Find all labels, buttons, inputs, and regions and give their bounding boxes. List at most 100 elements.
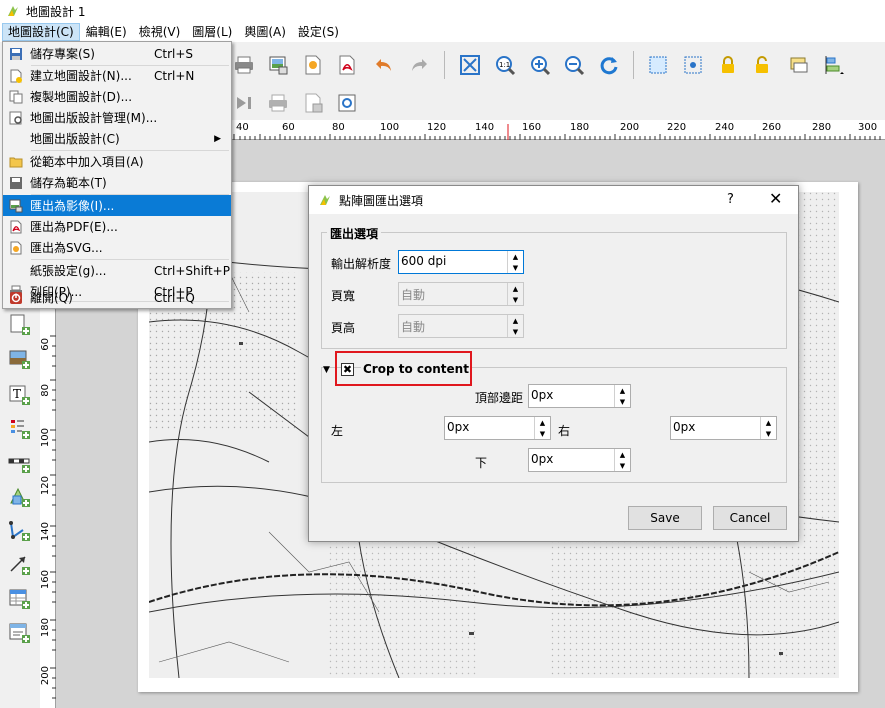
- menu-settings[interactable]: 設定(S): [292, 23, 345, 41]
- zoom-in-icon[interactable]: [527, 52, 553, 78]
- last-feature-icon[interactable]: [232, 90, 258, 116]
- submenu-arrow-icon: ▶: [214, 133, 221, 144]
- ruler-label: 180: [40, 618, 51, 638]
- right-margin-spinbox[interactable]: 0px ▲ ▼: [670, 416, 777, 440]
- print-icon[interactable]: [231, 52, 257, 78]
- add-node-item-icon[interactable]: [7, 518, 33, 544]
- menu-item-shortcut: Ctrl+S: [154, 46, 194, 61]
- menu-item-export-pdf[interactable]: 匯出為PDF(E)...: [3, 216, 231, 237]
- export-svg-icon[interactable]: [300, 52, 326, 78]
- align-items-icon[interactable]: [820, 52, 846, 78]
- spin-up-icon[interactable]: ▲: [615, 449, 630, 460]
- atlas-settings-icon[interactable]: [334, 90, 360, 116]
- spin-up-icon[interactable]: ▲: [615, 385, 630, 396]
- menu-item-save-project[interactable]: 儲存專案(S) Ctrl+S: [3, 43, 231, 64]
- dialog-title-bar: 點陣圖匯出選項: [309, 186, 798, 214]
- svg-text:T: T: [13, 387, 21, 401]
- ruler-label: 160: [40, 570, 51, 590]
- export-pdf-icon[interactable]: [334, 52, 360, 78]
- zoom-out-icon[interactable]: [561, 52, 587, 78]
- select-move-item-icon[interactable]: [645, 52, 671, 78]
- menu-item-label: 從範本中加入項目(A): [30, 155, 144, 169]
- menu-layer[interactable]: 圖層(L): [186, 23, 238, 41]
- menu-atlas[interactable]: 輿圖(A): [238, 23, 292, 41]
- ruler-label: 100: [380, 122, 400, 133]
- add-legend-icon[interactable]: [7, 416, 33, 442]
- menu-layout[interactable]: 地圖設計(C): [2, 23, 80, 41]
- move-content-icon[interactable]: [680, 52, 706, 78]
- add-scalebar-icon[interactable]: [7, 450, 33, 476]
- export-image-icon[interactable]: [265, 52, 291, 78]
- add-arrow-icon[interactable]: [7, 552, 33, 578]
- menu-edit[interactable]: 編輯(E): [80, 23, 133, 41]
- menu-item-page-setup[interactable]: 紙張設定(g)... Ctrl+Shift+P: [3, 260, 231, 281]
- add-attribute-table-icon[interactable]: [7, 586, 33, 612]
- menu-item-export-image[interactable]: 匯出為影像(I)...: [3, 195, 231, 216]
- menu-item-export-svg[interactable]: 匯出為SVG...: [3, 237, 231, 258]
- refresh-icon[interactable]: [596, 52, 622, 78]
- ruler-label: 40: [236, 122, 249, 133]
- spin-up-icon[interactable]: ▲: [535, 417, 550, 428]
- ruler-label: 260: [762, 122, 782, 133]
- bottom-margin-spinbox[interactable]: 0px ▲ ▼: [528, 448, 631, 472]
- spin-down-icon[interactable]: ▼: [615, 460, 630, 471]
- resolution-spinbox[interactable]: 600 dpi ▲ ▼: [398, 250, 524, 274]
- bottom-margin-label: 下: [475, 456, 488, 470]
- menu-item-save-as-template[interactable]: 儲存為範本(T): [3, 172, 231, 193]
- close-button[interactable]: ✕: [769, 189, 782, 208]
- add-image-icon[interactable]: [7, 346, 33, 372]
- ruler-label: 140: [475, 122, 495, 133]
- menu-item-duplicate-layout[interactable]: 複製地圖設計(D)...: [3, 86, 231, 107]
- undo-icon[interactable]: [371, 52, 397, 78]
- spin-down-icon[interactable]: ▼: [535, 428, 550, 439]
- save-button[interactable]: Save: [628, 506, 702, 530]
- zoom-actual-icon[interactable]: 1:1: [492, 52, 518, 78]
- export-svg-icon: [8, 240, 24, 256]
- spin-down-icon[interactable]: ▼: [508, 326, 523, 337]
- highlight-box: [335, 351, 472, 386]
- zoom-full-icon[interactable]: [457, 52, 483, 78]
- top-margin-spinbox[interactable]: 0px ▲ ▼: [528, 384, 631, 408]
- spin-down-icon[interactable]: ▼: [615, 396, 630, 407]
- menu-view[interactable]: 檢視(V): [133, 23, 187, 41]
- spin-up-icon[interactable]: ▲: [508, 283, 523, 294]
- page-width-spinbox[interactable]: 自動 ▲ ▼: [398, 282, 524, 306]
- add-shape-icon[interactable]: [7, 484, 33, 510]
- qgis-logo-icon: [320, 195, 330, 205]
- group-items-icon[interactable]: [786, 52, 812, 78]
- lock-icon[interactable]: [715, 52, 741, 78]
- ruler-label: 220: [667, 122, 687, 133]
- menu-item-layout-manager[interactable]: 地圖出版設計管理(M)...: [3, 107, 231, 128]
- spin-up-icon[interactable]: ▲: [508, 315, 523, 326]
- exit-icon: [8, 290, 24, 306]
- spin-down-icon[interactable]: ▼: [508, 294, 523, 305]
- spin-down-icon[interactable]: ▼: [761, 428, 776, 439]
- menu-item-shortcut: Ctrl+Shift+P: [154, 263, 230, 278]
- help-button[interactable]: ?: [727, 192, 734, 207]
- menu-item-label: 匯出為影像(I)...: [30, 199, 115, 213]
- collapse-arrow-icon[interactable]: ▼: [323, 365, 330, 375]
- ruler-label: 60: [282, 122, 295, 133]
- redo-icon[interactable]: [406, 52, 432, 78]
- menu-item-exit[interactable]: 離開(Q) Ctrl+Q: [3, 287, 231, 308]
- add-label-icon[interactable]: T: [7, 382, 33, 408]
- menu-item-add-from-template[interactable]: 從範本中加入項目(A): [3, 151, 231, 172]
- menu-item-new-layout[interactable]: 建立地圖設計(N)... Ctrl+N: [3, 65, 231, 86]
- page-height-label: 頁高: [331, 321, 356, 335]
- spin-up-icon[interactable]: ▲: [508, 251, 523, 262]
- cancel-button[interactable]: Cancel: [713, 506, 787, 530]
- page-height-spinbox[interactable]: 自動 ▲ ▼: [398, 314, 524, 338]
- ruler-label: 80: [40, 384, 51, 397]
- export-atlas-icon[interactable]: [300, 90, 326, 116]
- menu-item-label: 儲存為範本(T): [30, 176, 107, 190]
- add-map-icon[interactable]: [7, 312, 33, 338]
- print-atlas-icon[interactable]: [265, 90, 291, 116]
- spin-down-icon[interactable]: ▼: [508, 262, 523, 273]
- menu-item-layouts-submenu[interactable]: 地圖出版設計(C) ▶: [3, 128, 231, 149]
- left-margin-spinbox[interactable]: 0px ▲ ▼: [444, 416, 551, 440]
- add-html-frame-icon[interactable]: [7, 620, 33, 646]
- unlock-icon[interactable]: [749, 52, 775, 78]
- spin-up-icon[interactable]: ▲: [761, 417, 776, 428]
- ruler-label: 280: [812, 122, 832, 133]
- duplicate-layout-icon: [8, 89, 24, 105]
